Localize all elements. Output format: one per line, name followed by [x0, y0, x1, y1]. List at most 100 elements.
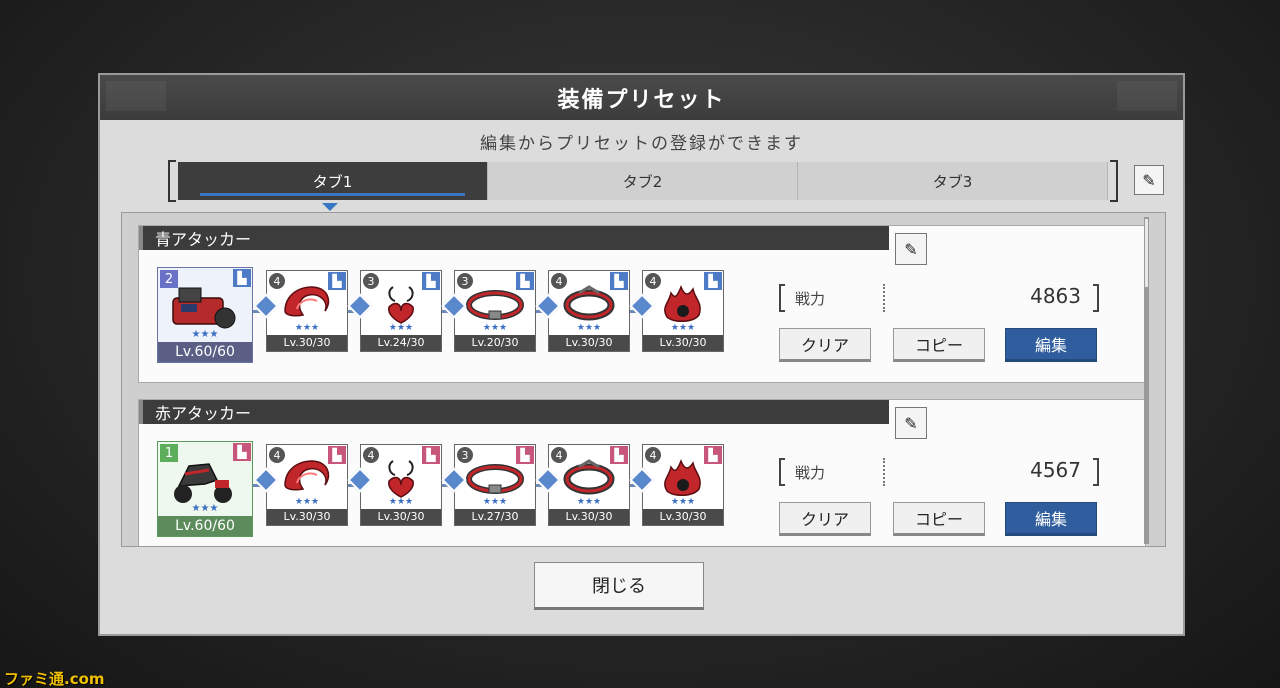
- equipment-slot[interactable]: 4 ▙ ★★★ Lv.30/30: [629, 270, 724, 352]
- rarity-badge: 3: [457, 273, 473, 289]
- bracket-left: [779, 458, 785, 486]
- equipment-level: Lv.27/30: [455, 509, 535, 525]
- watermark: ファミ通.com: [4, 670, 105, 688]
- equipment-preset-dialog: 装備プリセット 編集からプリセットの登録ができます タブ1 タブ2 タブ3 ✎ …: [98, 73, 1185, 636]
- equipment-level: Lv.24/30: [361, 335, 441, 351]
- bracket-left: [779, 284, 785, 312]
- dialog-header: 装備プリセット: [100, 75, 1183, 120]
- star-rating: ★★★: [388, 323, 414, 333]
- equipment-level: Lv.30/30: [361, 509, 441, 525]
- equipment-level: Lv.30/30: [267, 335, 347, 351]
- pencil-icon: ✎: [1142, 170, 1156, 190]
- power-readout: 戦力 4863: [779, 284, 1099, 314]
- preset-list[interactable]: 青アタッカー ✎ 2 ▙ ★★★ Lv.60/60 4 ▙ ★★★ Lv.30/30 3 ▙ ★★★ Lv…: [121, 212, 1166, 547]
- equipment-type-icon: ▙: [328, 446, 346, 464]
- equipment-level: Lv.30/30: [549, 335, 629, 351]
- equipment-slot[interactable]: 3 ▙ ★★★ Lv.24/30: [347, 270, 442, 352]
- equipment-slot[interactable]: 4 ▙ ★★★ Lv.30/30: [253, 270, 348, 352]
- main-unit-slot[interactable]: 1 ▙ ★★★ Lv.60/60: [157, 441, 253, 537]
- rarity-badge: 4: [269, 447, 285, 463]
- copy-button[interactable]: コピー: [893, 328, 985, 362]
- edit-button[interactable]: 編集: [1005, 502, 1097, 536]
- clear-button[interactable]: クリア: [779, 502, 871, 536]
- equipment-level: Lv.30/30: [267, 509, 347, 525]
- equipment-type-icon: ▙: [610, 446, 628, 464]
- unit-level: Lv.60/60: [158, 516, 252, 536]
- rarity-badge: 4: [363, 447, 379, 463]
- equipment-slot[interactable]: 3 ▙ ★★★ Lv.20/30: [441, 270, 536, 352]
- equipment-level: Lv.30/30: [549, 509, 629, 525]
- preset-name: 赤アタッカー: [139, 400, 889, 424]
- equipment-slot[interactable]: 4 ▙ ★★★ Lv.30/30: [535, 444, 630, 526]
- equipment-type-icon: ▙: [610, 272, 628, 290]
- rarity-badge: 4: [551, 273, 567, 289]
- equipment-type-icon: ▙: [328, 272, 346, 290]
- tab-label: タブ1: [312, 172, 353, 191]
- preset-rename-button[interactable]: ✎: [895, 233, 927, 265]
- star-rating: ★★★: [482, 497, 508, 507]
- dialog-title: 装備プリセット: [557, 87, 726, 113]
- tab-2[interactable]: タブ2: [488, 162, 798, 200]
- equipment-slot[interactable]: 4 ▙ ★★★ Lv.30/30: [347, 444, 442, 526]
- tab-rename-button[interactable]: ✎: [1134, 165, 1164, 195]
- copy-button[interactable]: コピー: [893, 502, 985, 536]
- dotted-divider: [883, 284, 885, 312]
- star-rating: ★★★: [191, 329, 219, 340]
- rarity-badge: 3: [457, 447, 473, 463]
- power-label: 戦力: [795, 464, 826, 482]
- equipment-slot[interactable]: 3 ▙ ★★★ Lv.27/30: [441, 444, 536, 526]
- preset-rename-button[interactable]: ✎: [895, 407, 927, 439]
- star-rating: ★★★: [388, 497, 414, 507]
- close-button[interactable]: 閉じる: [534, 562, 704, 610]
- star-rating: ★★★: [576, 323, 602, 333]
- power-readout: 戦力 4567: [779, 458, 1099, 488]
- star-rating: ★★★: [294, 323, 320, 333]
- rarity-badge: 4: [269, 273, 285, 289]
- star-rating: ★★★: [670, 497, 696, 507]
- dialog-subtitle: 編集からプリセットの登録ができます: [480, 134, 803, 154]
- rarity-badge: 3: [363, 273, 379, 289]
- rarity-badge: 4: [551, 447, 567, 463]
- unit-level: Lv.60/60: [158, 342, 252, 362]
- bracket-right: [1093, 458, 1099, 486]
- tab-3[interactable]: タブ3: [798, 162, 1108, 200]
- equipment-level: Lv.30/30: [643, 335, 723, 351]
- tab-label: タブ3: [932, 172, 973, 191]
- dotted-divider: [883, 458, 885, 486]
- clear-button[interactable]: クリア: [779, 328, 871, 362]
- equipment-type-icon: ▙: [516, 446, 534, 464]
- equipment-level: Lv.20/30: [455, 335, 535, 351]
- scrollbar-thumb[interactable]: [1145, 219, 1148, 287]
- equipment-type-icon: ▙: [704, 272, 722, 290]
- tab-bracket-left: [168, 160, 176, 202]
- rarity-badge: 4: [645, 273, 661, 289]
- equipment-type-icon: ▙: [704, 446, 722, 464]
- star-rating: ★★★: [294, 497, 320, 507]
- equipment-level: Lv.30/30: [643, 509, 723, 525]
- power-label: 戦力: [795, 290, 826, 308]
- rarity-badge: 4: [645, 447, 661, 463]
- main-unit-slot[interactable]: 2 ▙ ★★★ Lv.60/60: [157, 267, 253, 363]
- header-decoration: [106, 81, 166, 111]
- star-rating: ★★★: [576, 497, 602, 507]
- power-value: 4863: [1030, 284, 1081, 308]
- equipment-type-icon: ▙: [516, 272, 534, 290]
- bracket-right: [1093, 284, 1099, 312]
- pencil-icon: ✎: [904, 239, 918, 259]
- edit-button[interactable]: 編集: [1005, 328, 1097, 362]
- tab-1[interactable]: タブ1: [178, 162, 488, 200]
- preset-card: 赤アタッカー ✎ 1 ▙ ★★★ Lv.60/60 4 ▙ ★★★ Lv.30/30 4 ▙ ★★★ Lv…: [138, 399, 1146, 546]
- power-value: 4567: [1030, 458, 1081, 482]
- equipment-slot[interactable]: 4 ▙ ★★★ Lv.30/30: [253, 444, 348, 526]
- star-rating: ★★★: [670, 323, 696, 333]
- equipment-slot[interactable]: 4 ▙ ★★★ Lv.30/30: [629, 444, 724, 526]
- equipment-slot[interactable]: 4 ▙ ★★★ Lv.30/30: [535, 270, 630, 352]
- equipment-type-icon: ▙: [422, 446, 440, 464]
- tab-bar: タブ1 タブ2 タブ3: [168, 160, 1118, 202]
- star-rating: ★★★: [482, 323, 508, 333]
- pencil-icon: ✎: [904, 413, 918, 433]
- header-decoration: [1117, 81, 1177, 111]
- tab-bracket-right: [1110, 160, 1118, 202]
- tab-label: タブ2: [622, 172, 663, 191]
- equipment-type-icon: ▙: [422, 272, 440, 290]
